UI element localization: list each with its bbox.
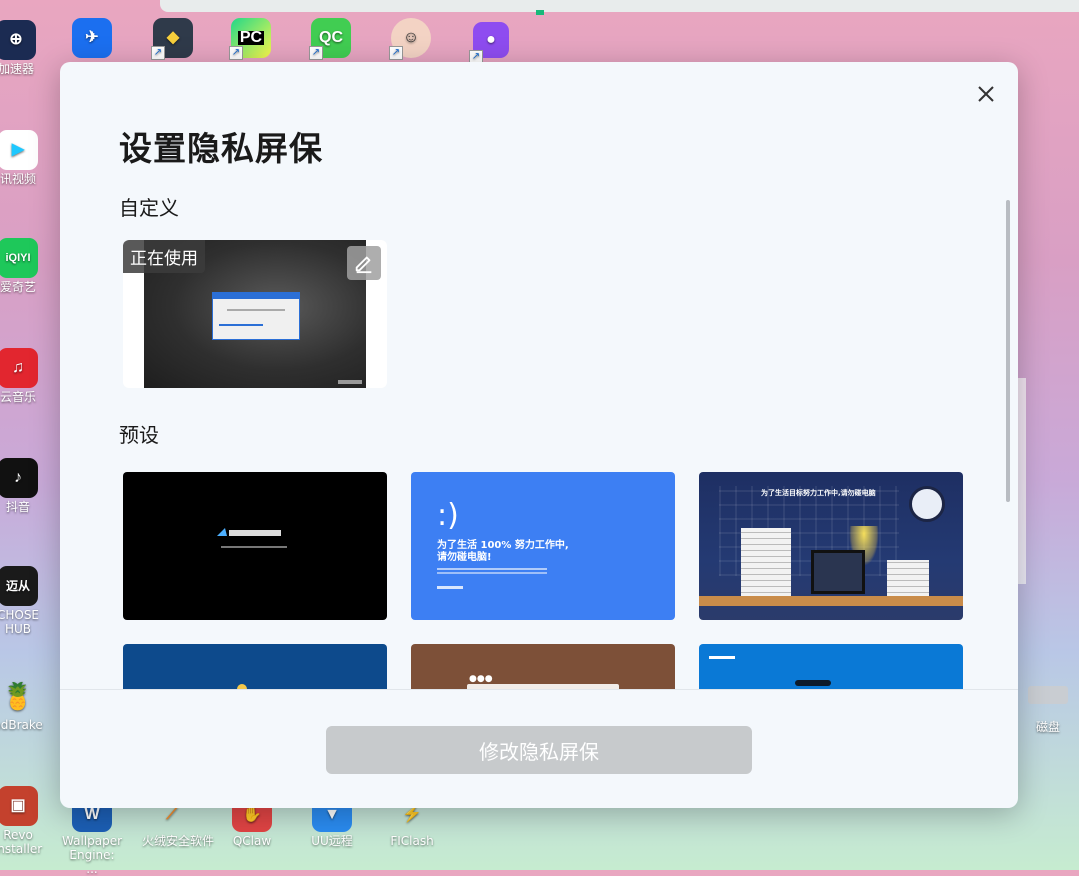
dialog-title: 设置隐私屏保 [119, 129, 323, 168]
close-icon [978, 86, 994, 102]
modify-screensaver-button[interactable]: 修改隐私屏保 [326, 726, 752, 774]
desktop-icon-douyin[interactable]: ♪ 抖音 [0, 458, 48, 514]
desktop-icon-tencent-video[interactable]: ▶ 讯视频 [0, 130, 48, 186]
desk [699, 596, 963, 606]
thumbnail-dialog-text [227, 309, 285, 311]
close-button[interactable] [974, 82, 998, 106]
desktop-icon-iqiyi[interactable]: iQIYI 爱奇艺 [0, 238, 48, 294]
desktop-icon-label: CHOSE HUB [0, 608, 40, 636]
preset-card-brown[interactable]: ●●● [411, 644, 675, 689]
preset-subtext [221, 546, 287, 548]
preset-message: 为了生活 100% 努力工作中, 请勿碰电脑! [437, 540, 569, 563]
in-use-badge: 正在使用 [123, 240, 205, 273]
desktop-icon-wallpaper-engine[interactable]: W Wallpaper Engine: ... [62, 798, 122, 876]
desktop-icon-qq[interactable]: ✈ [62, 18, 122, 60]
preset-card-office[interactable]: 为了生活目标努力工作中,请勿碰电脑 [699, 472, 963, 620]
brand-logo-icon [709, 656, 735, 659]
paper-stack [887, 560, 929, 598]
status-dot [536, 10, 544, 15]
pencil-icon [355, 256, 372, 274]
desktop-icon-label: FIClash [390, 834, 434, 848]
brand-logo-icon [437, 586, 463, 589]
desktop-icon-avatar[interactable]: ☺ ↗ [381, 18, 441, 60]
accelerator-icon: ⊕ [0, 20, 36, 60]
background-window-edge [1018, 378, 1026, 584]
thumbnail-dialog [212, 292, 300, 340]
desktop-icon-ghost[interactable]: ● ↗ [461, 22, 521, 64]
preset-headline: 为了生活目标努力工作中,请勿碰电脑 [761, 489, 876, 497]
preset-section-label: 预设 [119, 423, 159, 447]
iqiyi-icon: iQIYI [0, 238, 38, 278]
pycharm-icon-text: PC [237, 29, 265, 46]
smiley-face-text: :) [437, 498, 459, 533]
desktop-icon-label: 磁盘 [1035, 720, 1060, 734]
desktop-icon-label: 爱奇艺 [0, 280, 36, 294]
desktop-icon-label: 加速器 [0, 62, 34, 76]
tencent-video-icon: ▶ [0, 130, 38, 170]
dialog-scroll-area[interactable]: 设置隐私屏保 自定义 正在使用 预设:) 为了生活 100% 努力工作中, 请… [60, 62, 1018, 689]
desktop-icon-disk[interactable]: 磁盘 [1018, 686, 1078, 734]
desktop-icon-pycharm[interactable]: PC ↗ [221, 18, 281, 60]
paper-stack [741, 528, 791, 598]
desktop-icon-label: UU远程 [311, 834, 353, 848]
douyin-icon: ♪ [0, 458, 38, 498]
desktop-icon-handbrake[interactable]: 🍍 ndBrake [0, 676, 48, 732]
desktop-icon-accelerator[interactable]: ⊕ 加速器 [0, 20, 46, 76]
qq-icon: ✈ [72, 18, 112, 58]
thumbnail-watermark [338, 380, 362, 384]
revo-uninstaller-icon: ▣ [0, 786, 38, 826]
preset-card-navy[interactable] [123, 644, 387, 689]
shortcut-arrow-icon: ↗ [229, 46, 243, 60]
desktop-icon-label: Revo Installer [0, 828, 43, 856]
shortcut-arrow-icon: ↗ [151, 46, 165, 60]
desktop-icon-label: QClaw [232, 834, 272, 848]
privacy-screensaver-dialog: 设置隐私屏保 自定义 正在使用 预设:) 为了生活 100% 努力工作中, 请… [60, 62, 1018, 808]
monitor-icon [811, 550, 865, 594]
desktop-icon-label: 云音乐 [0, 390, 36, 404]
clock-icon [909, 486, 945, 522]
thumbnail-dialog-titlebar [213, 293, 299, 299]
desktop-icon-label: 抖音 [5, 500, 30, 514]
netease-music-icon: ♫ [0, 348, 38, 388]
desktop-icon-qtcreator[interactable]: QC ↗ [301, 18, 361, 60]
desktop-icon-label: 火绒安全软件 [142, 834, 215, 848]
edit-custom-button[interactable] [347, 246, 381, 280]
desktop-icon-label: 讯视频 [0, 172, 36, 186]
brand-logo-icon [217, 528, 281, 536]
custom-screensaver-card[interactable]: 正在使用 [123, 240, 387, 388]
chosehub-icon: 迈从 [0, 566, 38, 606]
preset-cat-icons: ●●● [469, 674, 493, 684]
shortcut-arrow-icon: ↗ [389, 46, 403, 60]
preset-figure [795, 680, 831, 686]
window-top-strip [160, 0, 1079, 15]
preset-card-black[interactable] [123, 472, 387, 620]
preset-card-blue[interactable]: :) 为了生活 100% 努力工作中, 请勿碰电脑! [411, 472, 675, 620]
footer-divider [60, 689, 1018, 690]
dialog-scrollbar[interactable] [1006, 200, 1010, 502]
desktop-icon-netease-music[interactable]: ♫ 云音乐 [0, 348, 48, 404]
qt-creator-icon-text: QC [319, 29, 343, 46]
disk-drive-icon [1028, 686, 1068, 704]
desktop-icon-label: ndBrake [0, 718, 43, 732]
preset-subtext [437, 568, 547, 570]
desktop-icon-revo[interactable]: ▣ Revo Installer [0, 786, 48, 856]
shortcut-arrow-icon: ↗ [309, 46, 323, 60]
thumbnail-progress [219, 324, 263, 326]
preset-card-azure[interactable] [699, 644, 963, 689]
custom-section-label: 自定义 [119, 196, 179, 220]
handbrake-icon: 🍍 [1, 681, 35, 711]
desktop-icon-chosehub[interactable]: 迈从 CHOSE HUB [0, 566, 48, 636]
desktop-icon-python[interactable]: ◆ ↗ [143, 18, 203, 60]
